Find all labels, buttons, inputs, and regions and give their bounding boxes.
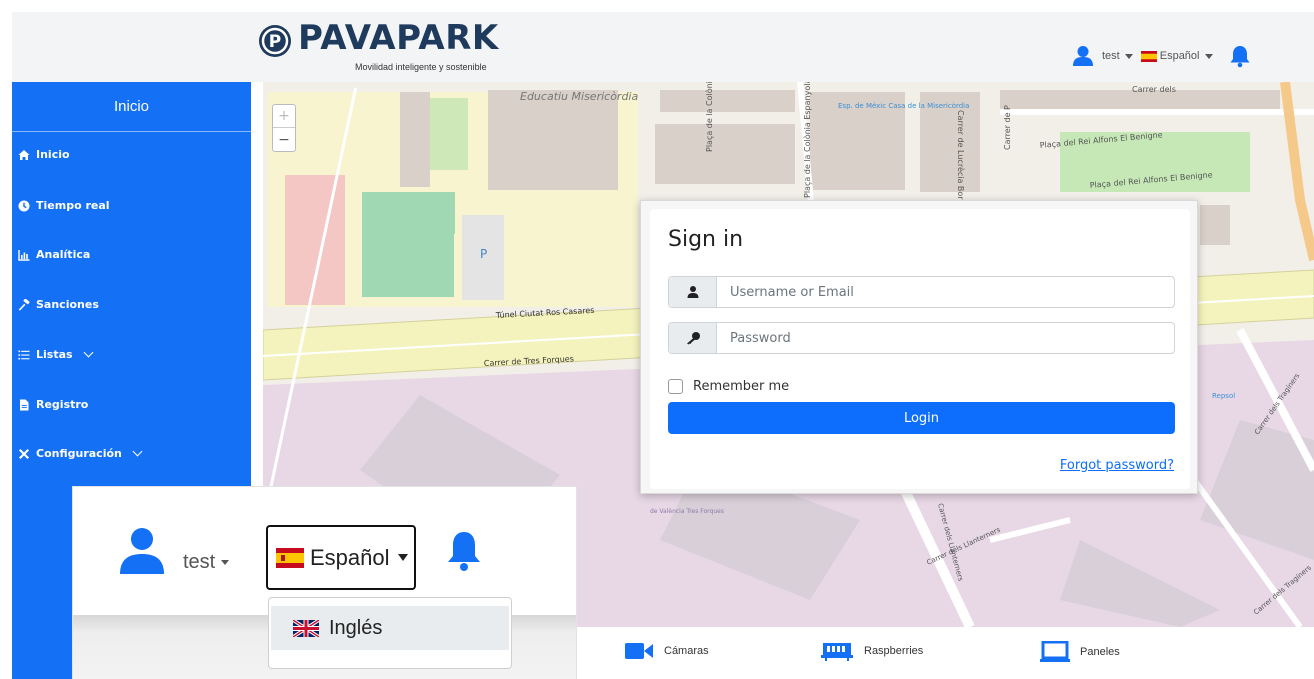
zoom-in-button[interactable]: + — [273, 105, 295, 128]
language-selector[interactable]: Español — [1140, 50, 1213, 62]
map-label: Carrer de P — [1003, 105, 1012, 150]
signin-title: Sign in — [668, 227, 744, 252]
clock-icon — [18, 200, 30, 211]
remember-me[interactable]: Remember me — [668, 379, 789, 394]
user-avatar-icon — [1073, 46, 1093, 66]
password-input[interactable] — [717, 323, 1174, 353]
username-input[interactable] — [717, 277, 1174, 307]
list-icon — [18, 350, 30, 359]
home-icon — [18, 149, 30, 160]
map-label: Carrer de Lucrècia Bori — [956, 110, 966, 202]
sidebar-title: Inicio — [12, 82, 251, 132]
map-label: de València Tres Forques — [650, 508, 724, 515]
user-name: test — [1102, 50, 1120, 62]
user-name: test — [183, 551, 216, 573]
language-label: Español — [310, 544, 390, 570]
sidebar-item-label: Registro — [36, 398, 89, 411]
signin-form: Sign in Remember me Login Forgot passwor… — [650, 209, 1190, 489]
chevron-down-icon — [1124, 53, 1133, 59]
raspberry-board-icon — [821, 643, 853, 661]
legend-raspberries: Raspberries — [820, 641, 923, 661]
tools-icon — [19, 448, 29, 459]
sidebar-item-label: Listas — [36, 348, 73, 361]
camera-icon — [625, 643, 653, 659]
user-menu-toggle[interactable]: test — [1102, 50, 1133, 62]
key-icon — [669, 323, 717, 353]
map-label: P — [480, 247, 487, 261]
chevron-down-icon — [1204, 53, 1213, 59]
sidebar-item-listas[interactable]: Listas — [18, 347, 94, 361]
brand-logo[interactable]: P PAVAPARK Movilidad inteligente y soste… — [258, 18, 528, 78]
language-dropdown-zoom-inset: test Español Inglés — [72, 486, 577, 679]
header-user-controls: test Español — [1072, 42, 1251, 70]
zoom-out-button[interactable]: − — [273, 128, 295, 151]
map-label: Plaça de la Colònia — [704, 82, 714, 152]
map-label: Repsol — [1212, 392, 1235, 400]
sidebar-item-tiempo-real[interactable]: Tiempo real — [18, 199, 110, 212]
top-header: P PAVAPARK Movilidad inteligente y soste… — [12, 12, 1314, 82]
notifications-bell-icon[interactable] — [446, 529, 482, 577]
brand-tagline: Movilidad inteligente y sostenible — [355, 62, 487, 72]
login-button[interactable]: Login — [668, 402, 1175, 434]
panel-screen-icon — [1040, 641, 1070, 662]
legend-camaras: Cámaras — [624, 641, 709, 661]
remember-checkbox[interactable] — [668, 379, 683, 394]
sidebar-item-label: Sanciones — [36, 298, 99, 311]
legend-label: Paneles — [1080, 646, 1120, 658]
sidebar-item-registro[interactable]: Registro — [18, 398, 88, 411]
spain-flag-icon — [1140, 50, 1157, 62]
sidebar-item-inicio[interactable]: Inicio — [18, 148, 70, 161]
language-dropdown-menu: Inglés — [268, 597, 512, 669]
password-field[interactable] — [668, 322, 1175, 354]
map-label: Esp. de Méxic Casa de la Misericòrdia — [838, 102, 969, 110]
sidebar-item-sanciones[interactable]: Sanciones — [18, 298, 99, 311]
spain-flag-icon — [276, 547, 304, 568]
sidebar-item-analitica[interactable]: Analítica — [18, 248, 90, 261]
language-selector[interactable]: Español — [266, 525, 416, 590]
pavapark-logo-icon: P — [259, 25, 291, 57]
map-label: Plaça de la Colònia Espanyola — [802, 82, 812, 198]
gavel-icon — [18, 298, 30, 311]
sidebar-item-label: Inicio — [36, 148, 70, 161]
forgot-password-link[interactable]: Forgot password? — [1060, 458, 1174, 473]
map-zoom-control: + − — [272, 104, 296, 152]
map-label: Carrer dels — [1132, 85, 1176, 94]
username-field[interactable] — [668, 276, 1175, 308]
legend-label: Cámaras — [664, 645, 709, 657]
map-label: Educatiu Misericòrdia — [520, 90, 638, 103]
svg-text:P: P — [269, 32, 281, 52]
signin-card: Sign in Remember me Login Forgot passwor… — [640, 200, 1198, 494]
remember-label: Remember me — [693, 379, 790, 394]
chart-icon — [18, 249, 30, 261]
sidebar-item-configuracion[interactable]: Configuración — [18, 446, 143, 460]
brand-name: PAVAPARK — [298, 18, 499, 58]
sidebar-item-label: Configuración — [36, 447, 122, 460]
chevron-down-icon — [83, 347, 94, 358]
language-option-label: Inglés — [329, 616, 383, 639]
notifications-bell-icon[interactable] — [1229, 44, 1251, 68]
uk-flag-icon — [293, 619, 319, 637]
file-icon — [20, 399, 29, 410]
chevron-down-icon — [221, 560, 230, 565]
sidebar-item-label: Tiempo real — [36, 199, 110, 212]
language-label: Español — [1159, 50, 1200, 62]
sidebar-item-label: Analítica — [36, 248, 91, 261]
user-icon — [669, 277, 717, 307]
language-option-ingles[interactable]: Inglés — [271, 606, 509, 650]
chevron-down-icon — [397, 554, 408, 561]
legend-label: Raspberries — [864, 645, 924, 657]
user-avatar-icon — [120, 528, 164, 574]
inset-user-menu[interactable]: test — [183, 551, 230, 574]
legend-paneles: Paneles — [1040, 641, 1120, 663]
chevron-down-icon — [132, 446, 143, 457]
